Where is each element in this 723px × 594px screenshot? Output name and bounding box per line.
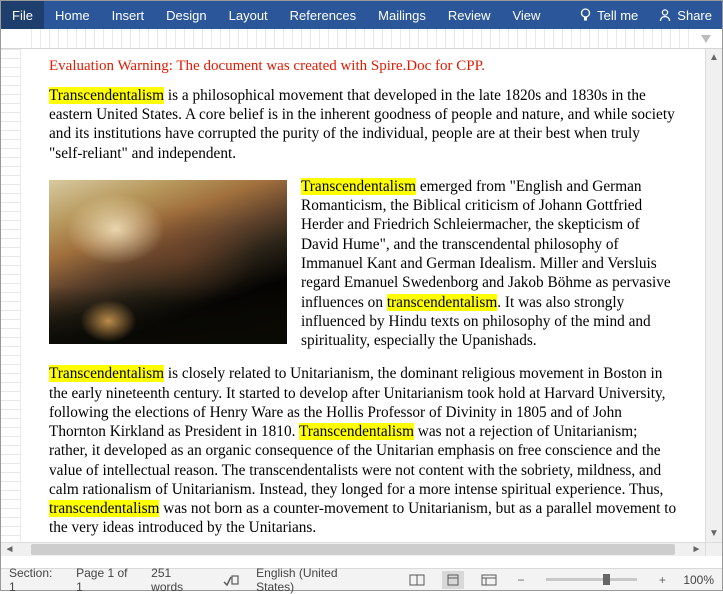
tell-me[interactable]: Tell me — [569, 8, 648, 23]
evaluation-warning: Evaluation Warning: The document was cre… — [49, 57, 677, 76]
scroll-down-button[interactable]: ▼ — [706, 525, 722, 542]
inline-image[interactable] — [49, 180, 287, 344]
status-bar: Section: 1 Page 1 of 1 251 words English… — [1, 568, 722, 590]
zoom-level[interactable]: 100% — [683, 573, 714, 587]
document-body: Evaluation Warning: The document was cre… — [21, 49, 705, 542]
vertical-ruler[interactable] — [1, 49, 21, 556]
scroll-up-button[interactable]: ▲ — [706, 49, 722, 66]
zoom-slider-knob[interactable] — [603, 574, 610, 585]
tab-review[interactable]: Review — [437, 1, 502, 29]
tab-design[interactable]: Design — [155, 1, 217, 29]
highlight: transcendentalism — [49, 500, 159, 517]
tab-mailings[interactable]: Mailings — [367, 1, 437, 29]
scroll-left-button[interactable]: ◄ — [1, 544, 18, 555]
hscroll-thumb[interactable] — [31, 544, 674, 555]
lightbulb-icon — [579, 8, 592, 22]
tab-home[interactable]: Home — [44, 1, 101, 29]
tab-view[interactable]: View — [501, 1, 551, 29]
share-label: Share — [677, 8, 712, 23]
vertical-scrollbar[interactable]: ▲ ▼ — [705, 49, 722, 542]
tell-me-label: Tell me — [597, 8, 638, 23]
tab-insert[interactable]: Insert — [101, 1, 156, 29]
zoom-in-button[interactable]: + — [655, 573, 669, 587]
ruler-tab-stop-icon — [700, 34, 712, 46]
scroll-right-button[interactable]: ► — [688, 544, 705, 555]
highlight: Transcendentalism — [49, 365, 164, 382]
spellcheck-icon[interactable] — [220, 571, 242, 589]
paragraph-2[interactable]: Transcendentalism emerged from "English … — [49, 177, 677, 350]
status-word-count[interactable]: 251 words — [151, 566, 206, 594]
tab-references[interactable]: References — [279, 1, 367, 29]
web-layout-icon[interactable] — [478, 571, 500, 589]
person-share-icon — [658, 8, 672, 22]
share-button[interactable]: Share — [648, 8, 722, 23]
body-text: emerged from "English and German Romanti… — [301, 178, 671, 311]
highlight: Transcendentalism — [49, 87, 164, 104]
highlight: Transcendentalism — [301, 178, 416, 195]
read-mode-icon[interactable] — [406, 571, 428, 589]
ribbon: File Home Insert Design Layout Reference… — [1, 1, 722, 29]
highlight: transcendentalism — [387, 294, 497, 311]
tab-layout[interactable]: Layout — [218, 1, 279, 29]
highlight: Transcendentalism — [299, 423, 414, 440]
status-section[interactable]: Section: 1 — [9, 566, 62, 594]
scroll-corner — [705, 542, 722, 556]
hscroll-track[interactable] — [18, 543, 688, 556]
paragraph-3[interactable]: Transcendentalism is closely related to … — [49, 364, 677, 537]
status-language[interactable]: English (United States) — [256, 566, 378, 594]
paragraph-1[interactable]: Transcendentalism is a philosophical mov… — [49, 86, 677, 163]
tab-file[interactable]: File — [1, 1, 44, 29]
status-page[interactable]: Page 1 of 1 — [76, 566, 137, 594]
zoom-out-button[interactable]: − — [514, 573, 528, 587]
horizontal-ruler[interactable] — [1, 29, 722, 49]
print-layout-icon[interactable] — [442, 571, 464, 589]
horizontal-scrollbar[interactable]: ◄ ► — [1, 542, 705, 556]
zoom-slider[interactable] — [546, 578, 638, 581]
